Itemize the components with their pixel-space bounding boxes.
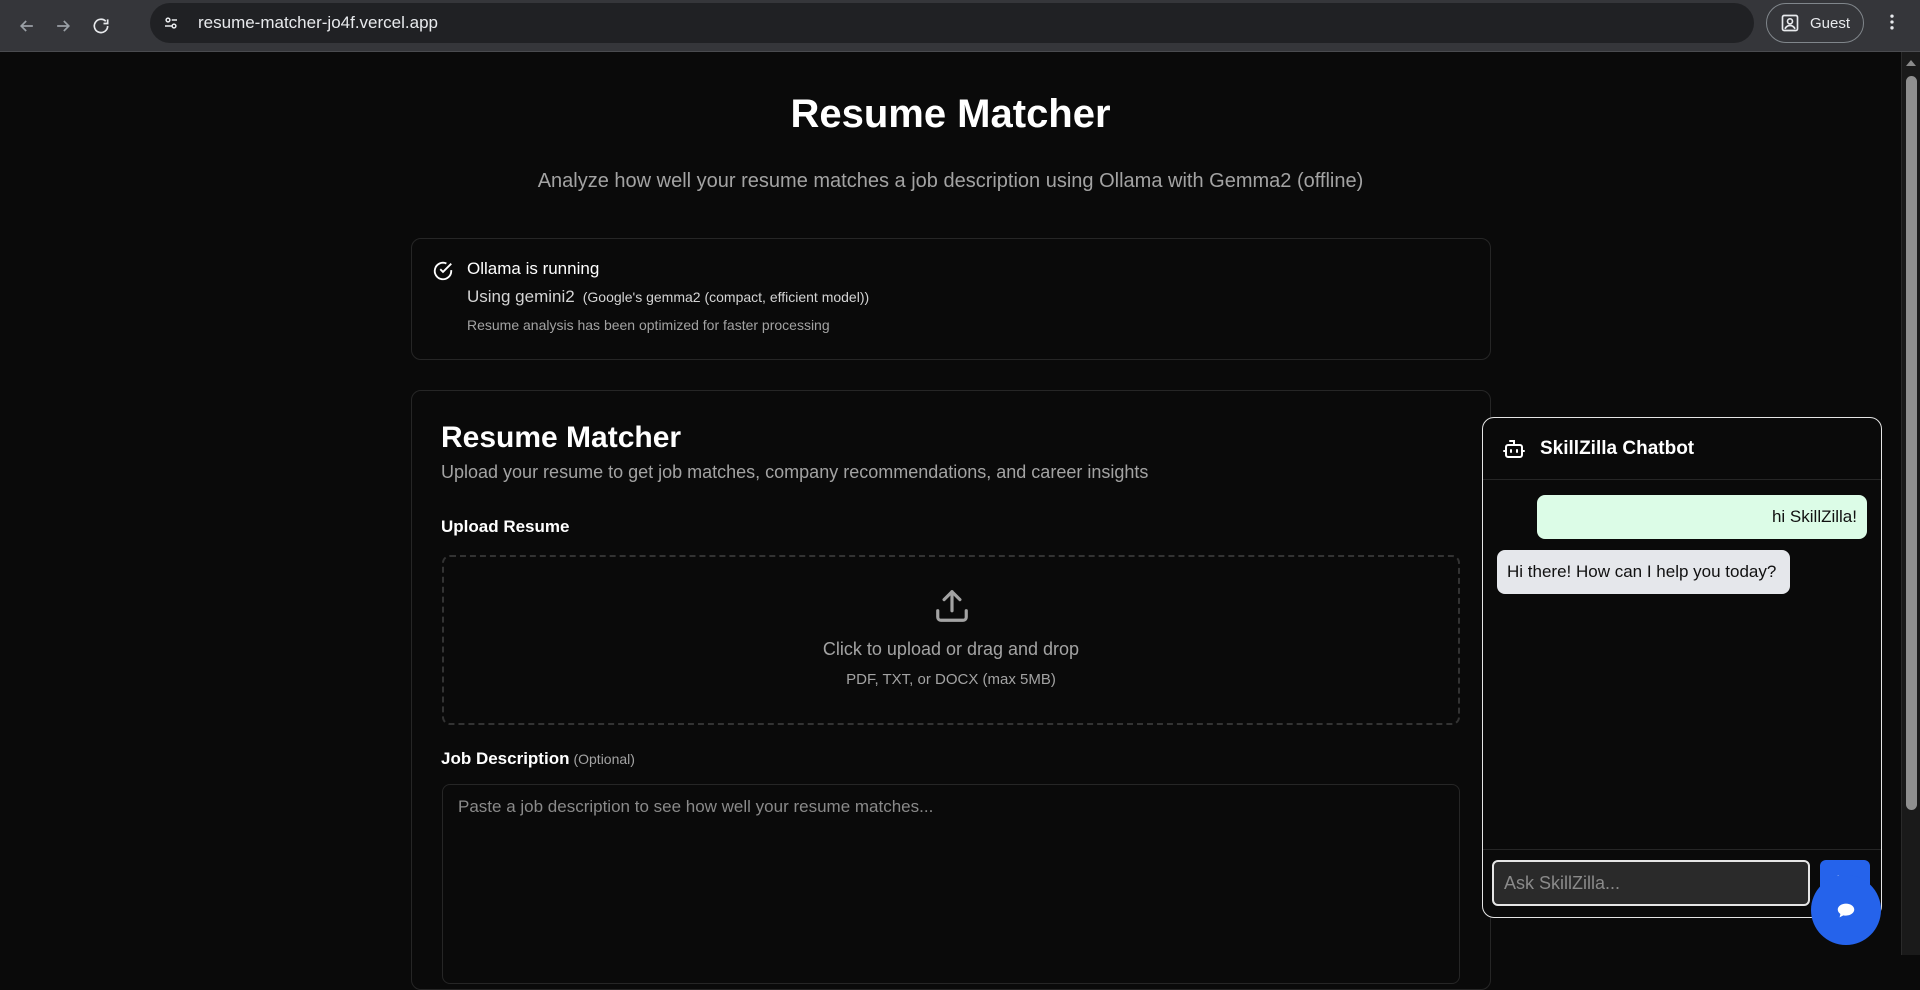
menu-button[interactable] bbox=[1880, 10, 1904, 34]
url-text: resume-matcher-jo4f.vercel.app bbox=[198, 13, 438, 32]
check-circle-icon bbox=[433, 261, 453, 281]
chat-bubble-icon bbox=[1837, 903, 1855, 918]
chat-input[interactable] bbox=[1492, 860, 1810, 906]
dropzone-instruction: Click to upload or drag and drop bbox=[822, 639, 1080, 659]
bot-icon bbox=[1503, 439, 1525, 458]
status-title: Ollama is running bbox=[467, 259, 600, 278]
more-vert-icon bbox=[1890, 14, 1894, 30]
upload-icon bbox=[936, 590, 968, 622]
scroll-thumb[interactable] bbox=[1906, 76, 1917, 810]
bot-message: Hi there! How can I help you today? bbox=[1497, 550, 1791, 594]
optional-tag: (Optional) bbox=[573, 751, 635, 767]
card-description: Upload your resume to get job matches, c… bbox=[441, 462, 1149, 482]
arrow-left-icon bbox=[19, 19, 33, 32]
reload-button[interactable] bbox=[83, 8, 119, 44]
job-description-textarea[interactable] bbox=[442, 784, 1460, 984]
profile-icon bbox=[1781, 14, 1799, 32]
back-button[interactable] bbox=[9, 8, 45, 44]
profile-label: Guest bbox=[1809, 14, 1851, 32]
site-settings-icon[interactable] bbox=[156, 8, 186, 38]
card-title: Resume Matcher bbox=[441, 421, 682, 454]
user-message: hi SkillZilla! bbox=[1537, 495, 1867, 539]
page-subtitle: Analyze how well your resume matches a j… bbox=[537, 170, 1364, 192]
scroll-up-arrow[interactable] bbox=[1906, 60, 1916, 66]
chat-toggle-button[interactable] bbox=[1811, 875, 1881, 945]
status-model-name: Using gemini2 bbox=[467, 287, 575, 306]
resume-matcher-card: Resume Matcher Upload your resume to get… bbox=[411, 390, 1491, 990]
status-note: Resume analysis has been optimized for f… bbox=[467, 317, 830, 333]
upload-resume-label: Upload Resume bbox=[441, 517, 570, 536]
job-description-label-text: Job Description bbox=[441, 749, 570, 768]
page: Resume Matcher Analyze how well your res… bbox=[0, 52, 1901, 990]
forward-button[interactable] bbox=[45, 8, 81, 44]
reload-icon bbox=[93, 17, 109, 33]
chatbot-header: SkillZilla Chatbot bbox=[1483, 418, 1881, 480]
page-scrollbar[interactable] bbox=[1901, 52, 1920, 955]
dropzone-file-types: PDF, TXT, or DOCX (max 5MB) bbox=[846, 671, 1056, 688]
browser-toolbar: resume-matcher-jo4f.vercel.app Guest bbox=[0, 0, 1920, 52]
job-description-label: Job Description (Optional) bbox=[441, 749, 635, 769]
chatbot-title: SkillZilla Chatbot bbox=[1540, 437, 1695, 459]
page-title: Resume Matcher bbox=[790, 92, 1111, 136]
status-model: Using gemini2 (Google's gemma2 (compact, … bbox=[467, 287, 869, 307]
arrow-right-icon bbox=[57, 19, 71, 32]
resume-dropzone[interactable]: Click to upload or drag and drop PDF, TX… bbox=[442, 555, 1460, 725]
status-model-desc: (Google's gemma2 (compact, efficient mod… bbox=[582, 289, 870, 305]
profile-button[interactable]: Guest bbox=[1766, 3, 1864, 43]
ollama-status-card: Ollama is running Using gemini2 (Google's… bbox=[411, 238, 1491, 360]
chatbot-panel: SkillZilla Chatbot hi SkillZilla! Hi the… bbox=[1482, 417, 1882, 918]
address-bar[interactable]: resume-matcher-jo4f.vercel.app bbox=[150, 3, 1754, 43]
